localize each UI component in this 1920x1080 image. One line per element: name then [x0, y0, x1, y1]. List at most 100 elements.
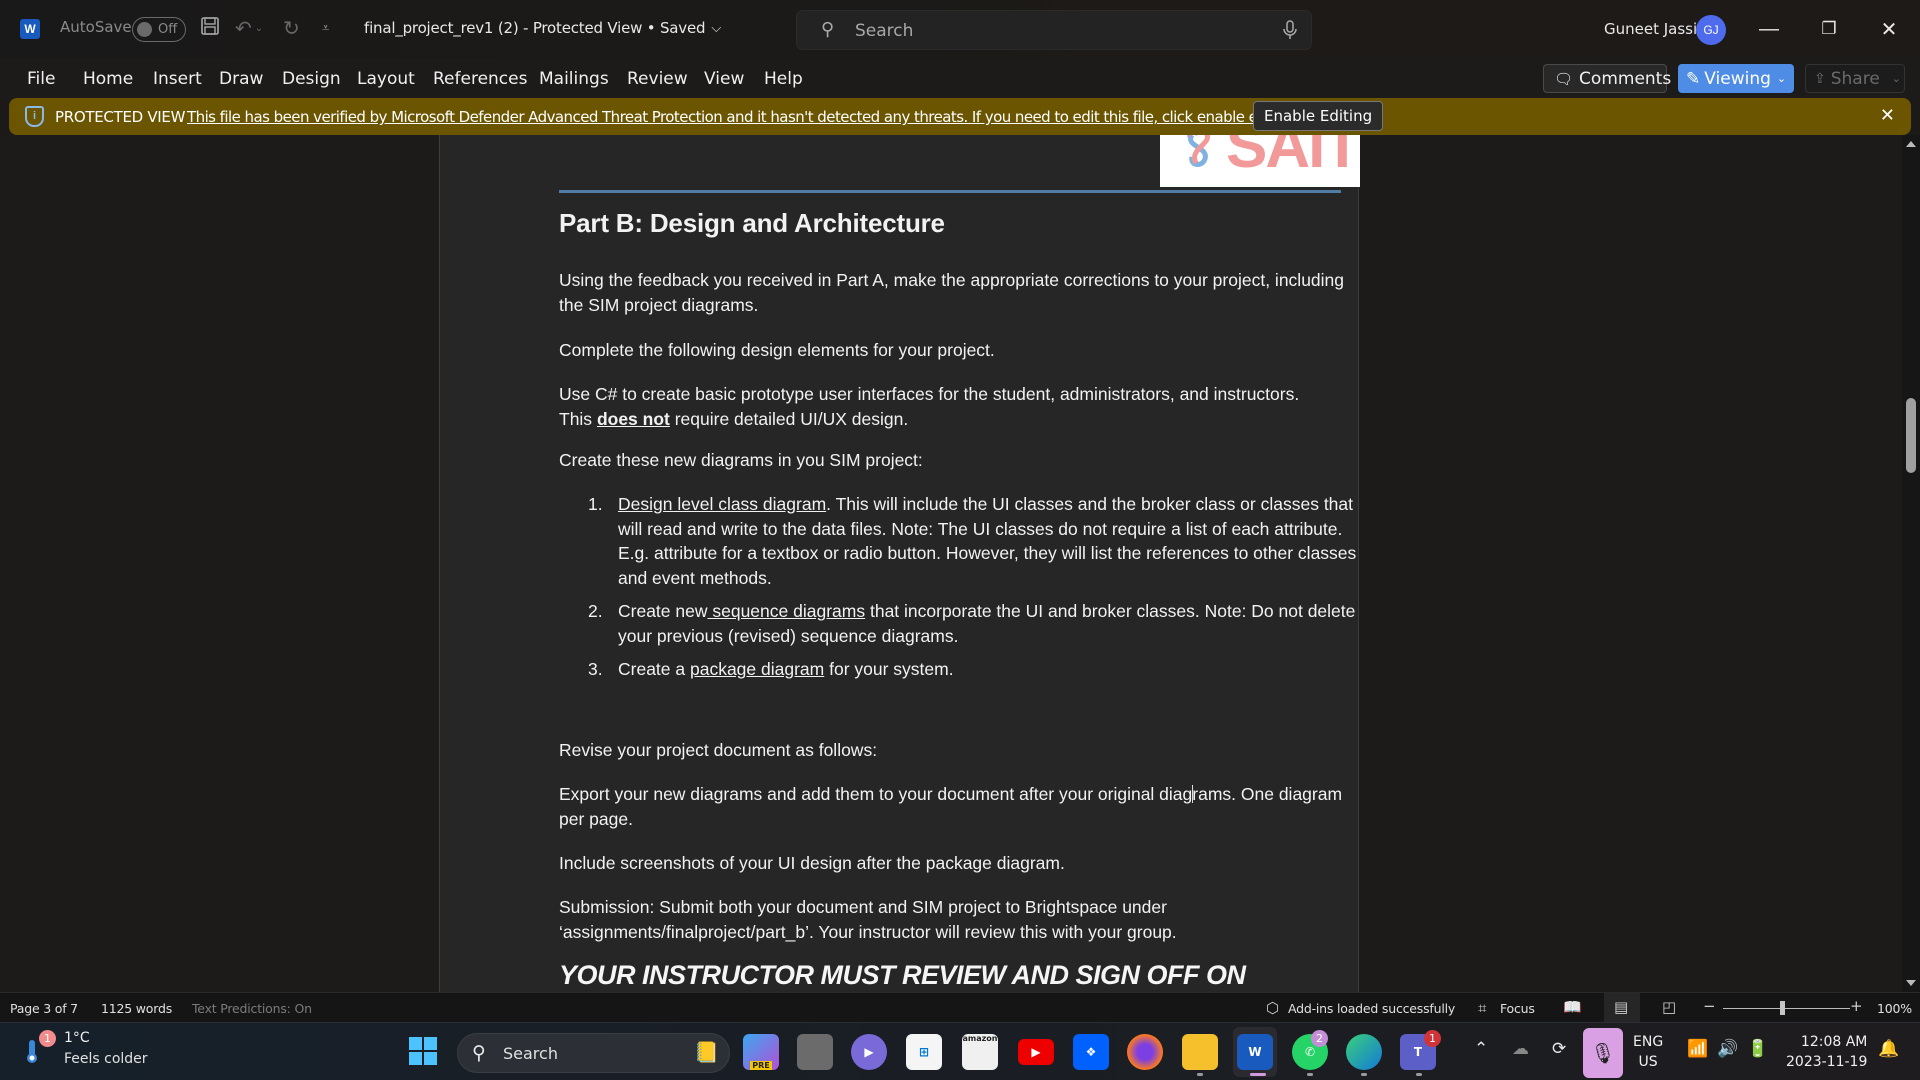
shield-info-icon: i	[25, 106, 44, 127]
close-button[interactable]: ✕	[1874, 14, 1904, 44]
tab-insert[interactable]: Insert	[153, 69, 202, 89]
tab-references[interactable]: References	[433, 69, 527, 89]
youtube-icon[interactable]: ▶	[1018, 1039, 1054, 1065]
tab-file[interactable]: File	[27, 69, 55, 89]
list-item: Create new sequence diagrams that incorp…	[618, 599, 1358, 648]
autosave-toggle[interactable]: Off	[132, 17, 186, 42]
weather-description[interactable]: Feels colder	[64, 1051, 148, 1067]
focus-icon: ⌗	[1478, 999, 1487, 1017]
page-count[interactable]: Page 3 of 7	[10, 1001, 78, 1016]
search-highlight-icon: 📒	[694, 1040, 719, 1064]
microphone-active-icon[interactable]: 🎙	[1583, 1028, 1623, 1078]
file-explorer-icon[interactable]	[1182, 1034, 1218, 1070]
document-title-text: final_project_rev1 (2) - Protected View …	[364, 19, 706, 37]
tab-review[interactable]: Review	[627, 69, 688, 89]
print-layout-icon[interactable]: ▤	[1614, 998, 1628, 1016]
sait-logo: SAIT	[1160, 135, 1360, 187]
windows-start-icon[interactable]	[408, 1036, 438, 1066]
paragraph-submission: Submission: Submit both your document an…	[559, 897, 1177, 942]
wifi-icon[interactable]: 📶	[1687, 1039, 1708, 1059]
tab-draw[interactable]: Draw	[219, 69, 263, 89]
vertical-scrollbar[interactable]	[1902, 135, 1920, 992]
amazon-label: amazon	[962, 1034, 998, 1043]
microsoft-store-icon[interactable]: ⊞	[906, 1034, 942, 1070]
restore-button[interactable]: ❐	[1814, 14, 1844, 44]
redo-icon[interactable]: ↻	[283, 16, 300, 41]
scroll-down-arrow-icon[interactable]	[1906, 980, 1916, 986]
tab-view[interactable]: View	[704, 69, 744, 89]
sequence-diagrams-link: sequence diagrams	[707, 601, 866, 621]
prototype-line: Use C# to create basic prototype user in…	[559, 384, 1300, 404]
share-button[interactable]: ⇪ Share ⌄	[1805, 64, 1905, 93]
tab-home[interactable]: Home	[83, 69, 133, 89]
firefox-icon[interactable]	[1127, 1034, 1163, 1070]
sait-logo-text: SAIT	[1226, 135, 1360, 181]
clipchamp-icon[interactable]: ▶	[851, 1034, 887, 1070]
zoom-out-button[interactable]: −	[1703, 997, 1716, 1015]
zoom-in-button[interactable]: +	[1850, 997, 1863, 1015]
share-icon: ⇪	[1814, 70, 1826, 87]
microphone-icon[interactable]	[1283, 20, 1297, 45]
enable-editing-button[interactable]: Enable Editing	[1253, 101, 1384, 131]
does-not-emphasis: does not	[596, 408, 670, 429]
tab-help[interactable]: Help	[764, 69, 803, 89]
edge-icon[interactable]	[1346, 1034, 1382, 1070]
scrollbar-thumb[interactable]	[1906, 398, 1916, 473]
teams-label: T	[1413, 1045, 1423, 1059]
copilot-app-icon[interactable]: PRE	[743, 1034, 779, 1070]
language-indicator[interactable]: ENG US	[1633, 1032, 1663, 1072]
battery-icon[interactable]: 🔋	[1747, 1039, 1768, 1059]
customize-quick-access-icon[interactable]: ⩡	[322, 20, 329, 36]
amazon-app-icon[interactable]: amazon	[962, 1034, 998, 1070]
taskbar-search[interactable]: ⚲ Search 📒	[457, 1033, 730, 1073]
word-taskbar-icon[interactable]: W	[1237, 1034, 1273, 1070]
running-indicator	[1416, 1073, 1422, 1076]
search-box[interactable]: ⚲ Search	[796, 10, 1312, 50]
document-title[interactable]: final_project_rev1 (2) - Protected View …	[364, 19, 721, 37]
minimize-button[interactable]: —	[1754, 14, 1784, 44]
weather-temp[interactable]: 1°C	[64, 1030, 90, 1046]
web-layout-icon[interactable]: ◰	[1662, 998, 1676, 1016]
language-bottom: US	[1638, 1054, 1658, 1070]
volume-icon[interactable]: 🔊	[1717, 1039, 1738, 1059]
running-indicator	[1361, 1073, 1367, 1076]
autosave-state: Off	[158, 22, 178, 37]
tab-design[interactable]: Design	[282, 69, 341, 89]
undo-icon[interactable]: ↶ ⌄	[235, 16, 263, 41]
scroll-up-arrow-icon[interactable]	[1906, 141, 1916, 147]
save-icon[interactable]	[200, 16, 220, 36]
thermometer-icon[interactable]	[24, 1038, 40, 1064]
system-clock[interactable]: 12:08 AM 2023-11-19	[1786, 1032, 1867, 1072]
zoom-slider-track[interactable]	[1723, 1008, 1850, 1009]
word-count[interactable]: 1125 words	[101, 1001, 172, 1016]
notification-bell-snooze-icon[interactable]: 🔔	[1878, 1039, 1899, 1059]
addins-status[interactable]: Add-ins loaded successfully	[1288, 1001, 1455, 1016]
title-bar: W AutoSave Off ↶ ⌄ ↻ ⩡ final_project_rev1…	[0, 0, 1920, 58]
viewing-mode-button[interactable]: ✎ Viewing ⌄	[1678, 64, 1794, 93]
focus-button[interactable]: Focus	[1500, 1001, 1535, 1016]
list-number: 1.	[588, 494, 603, 514]
task-view-icon[interactable]	[797, 1034, 833, 1070]
sync-icon[interactable]: ⟳	[1552, 1039, 1566, 1059]
zoom-level[interactable]: 100%	[1877, 1001, 1912, 1016]
header-rule	[559, 190, 1341, 193]
class-diagram-link: Design level class diagram	[618, 494, 827, 514]
search-icon: ⚲	[472, 1042, 486, 1064]
zoom-slider-thumb[interactable]	[1780, 1001, 1785, 1015]
clock-date: 2023-11-19	[1786, 1054, 1868, 1070]
comments-button[interactable]: 🗨 Comments	[1543, 64, 1671, 93]
onedrive-offline-icon[interactable]: ☁	[1512, 1039, 1529, 1059]
user-name[interactable]: Guneet Jassi	[1604, 20, 1697, 38]
text-predictions-status[interactable]: Text Predictions: On	[192, 1001, 312, 1016]
read-mode-icon[interactable]: 📖	[1563, 998, 1582, 1016]
paragraph-export: Export your new diagrams and add them to…	[559, 782, 1349, 831]
show-hidden-icons[interactable]: ⌃	[1474, 1039, 1488, 1059]
paragraph-screenshots: Include screenshots of your UI design af…	[559, 853, 1065, 873]
avatar[interactable]: GJ	[1696, 15, 1726, 45]
tab-layout[interactable]: Layout	[357, 69, 415, 89]
list-number: 3.	[588, 659, 603, 679]
close-icon[interactable]: ✕	[1880, 105, 1895, 126]
tab-mailings[interactable]: Mailings	[539, 69, 609, 89]
protected-view-message-link[interactable]: This file has been verified by Microsoft…	[187, 108, 1302, 126]
dropbox-icon[interactable]: ❖	[1073, 1034, 1109, 1070]
